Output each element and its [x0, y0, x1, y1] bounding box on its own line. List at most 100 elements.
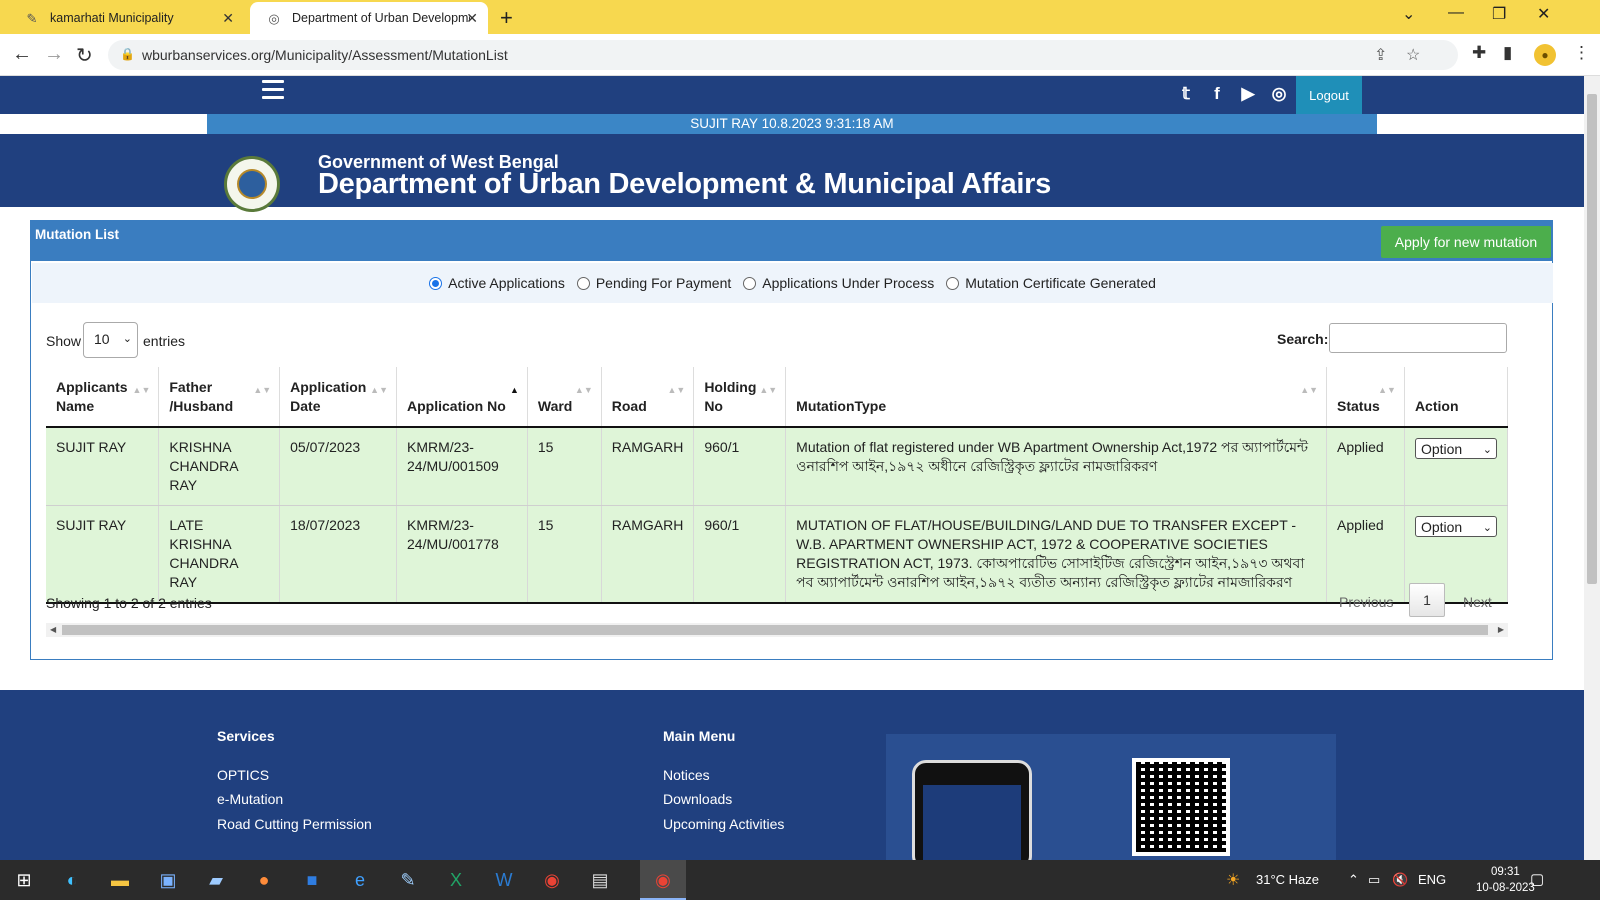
instagram-icon[interactable]: ◎ [1268, 84, 1290, 104]
footer-link-upcoming-activities[interactable]: Upcoming Activities [663, 816, 784, 832]
profile-avatar[interactable]: ● [1534, 44, 1556, 66]
chrome-icon[interactable]: ◉ [538, 866, 566, 894]
network-icon[interactable]: ▭ [1368, 872, 1380, 888]
column-header-holding[interactable]: Holding No ▲▼ [693, 367, 787, 428]
paint-icon[interactable]: ✎ [394, 866, 422, 894]
restore-icon[interactable]: ❐ [1492, 4, 1506, 24]
scroll-left-icon[interactable]: ◀ [50, 623, 56, 637]
page-length-select[interactable]: 10 ⌄ [83, 322, 138, 358]
filter-under-process[interactable]: Applications Under Process [743, 275, 934, 291]
network-app-icon[interactable]: ▤ [586, 866, 614, 894]
scroll-thumb[interactable] [62, 625, 1488, 635]
excel-icon[interactable]: X [442, 866, 470, 894]
app-blue-icon[interactable]: ■ [298, 866, 326, 894]
tab-search-icon[interactable]: ⌄ [1402, 4, 1415, 24]
column-header-father[interactable]: Father /Husband ▲▼ [158, 367, 281, 428]
hamburger-menu-icon[interactable] [262, 80, 284, 104]
footer-link-e-mutation[interactable]: e-Mutation [217, 791, 283, 807]
footer-link-downloads[interactable]: Downloads [663, 791, 732, 807]
reload-icon[interactable]: ↻ [76, 43, 93, 68]
firefox-icon[interactable]: ● [250, 866, 278, 894]
pagination-page-1[interactable]: 1 [1409, 583, 1445, 617]
word-icon[interactable]: W [490, 866, 518, 894]
action-option-select[interactable]: Option ⌄ [1414, 438, 1497, 459]
column-header-road[interactable]: Road ▲▼ [601, 367, 695, 428]
facebook-icon[interactable]: f [1206, 84, 1228, 104]
vertical-scrollbar[interactable] [1584, 76, 1600, 860]
new-tab-icon[interactable]: + [500, 5, 513, 31]
column-header-name[interactable]: Applicants Name ▲▼ [46, 367, 160, 428]
filter-pending-payment[interactable]: Pending For Payment [576, 275, 731, 291]
twitter-icon[interactable]: 𝕥 [1175, 84, 1197, 104]
forward-icon[interactable]: → [44, 43, 64, 66]
apply-new-mutation-button[interactable]: Apply for new mutation [1381, 226, 1551, 258]
windows-start-icon[interactable]: ⊞ [10, 866, 38, 894]
back-icon[interactable]: ← [12, 43, 32, 66]
edge-icon[interactable]: ◐ [58, 866, 86, 894]
cell-name: SUJIT RAY [46, 427, 160, 506]
weather-text[interactable]: 31°C Haze [1256, 872, 1319, 887]
lock-icon[interactable]: 🔒 [120, 47, 135, 61]
action-option-select[interactable]: Option ⌄ [1414, 516, 1497, 537]
weather-icon[interactable]: ☀ [1226, 870, 1240, 890]
footer-link-road-cutting[interactable]: Road Cutting Permission [217, 816, 372, 832]
horizontal-scrollbar[interactable]: ◀ ▶ [46, 623, 1508, 637]
site-footer: Services OPTICS e-Mutation Road Cutting … [0, 690, 1584, 860]
bookmark-star-icon[interactable]: ☆ [1406, 45, 1420, 65]
mutation-table: Applicants Name ▲▼ Father /Husband ▲▼ Appl… [46, 367, 1509, 604]
file-explorer-icon[interactable]: ▬ [106, 866, 134, 894]
volume-muted-icon[interactable]: 🔇 [1392, 872, 1408, 888]
column-header-status[interactable]: Status ▲▼ [1326, 367, 1405, 428]
window-close-icon[interactable]: ✕ [1537, 4, 1550, 24]
column-header-app-no[interactable]: Application No ▲ [396, 367, 528, 428]
footer-link-optics[interactable]: OPTICS [217, 767, 269, 783]
scroll-right-icon[interactable]: ▶ [1498, 623, 1504, 637]
tab-urban-development[interactable]: ◎ Department of Urban Developme ✕ [250, 2, 488, 34]
action-option-value: Option [1420, 519, 1463, 535]
header-label: Action [1414, 398, 1459, 414]
pagination-previous[interactable]: Previous [1339, 594, 1393, 610]
app-icon[interactable]: ▰ [202, 866, 230, 894]
url-field[interactable]: 🔒 wburbanservices.org/Municipality/Asses… [108, 40, 1458, 70]
column-header-mutation-type[interactable]: MutationType ▲▼ [785, 367, 1328, 428]
filter-certificate-generated[interactable]: Mutation Certificate Generated [946, 275, 1156, 291]
sort-asc-icon: ▲ [509, 385, 519, 395]
column-header-date[interactable]: Application Date ▲▼ [279, 367, 397, 428]
chevron-down-icon: ⌄ [122, 333, 132, 345]
action-option-value: Option [1420, 441, 1463, 457]
footer-services-title: Services [217, 728, 275, 744]
pagination-next[interactable]: Next [1463, 594, 1492, 610]
close-icon[interactable]: ✕ [466, 10, 478, 27]
internet-explorer-icon[interactable]: e [346, 866, 374, 894]
youtube-icon[interactable]: ▶ [1237, 84, 1259, 104]
radio-button[interactable] [576, 276, 590, 290]
extensions-icon[interactable]: ✚ [1472, 43, 1486, 63]
footer-link-notices[interactable]: Notices [663, 767, 710, 783]
header-label: Ward [537, 398, 573, 414]
filter-active-applications[interactable]: Active Applications [429, 275, 565, 291]
store-icon[interactable]: ▣ [154, 866, 182, 894]
share-icon[interactable]: ⇪ [1374, 45, 1387, 65]
radio-button[interactable] [946, 276, 960, 290]
tray-chevron-icon[interactable]: ⌃ [1348, 872, 1359, 888]
radio-label: Applications Under Process [762, 275, 935, 291]
department-title: Department of Urban Development & Munici… [318, 168, 1051, 200]
footer-main-menu-title: Main Menu [663, 728, 736, 744]
scroll-thumb[interactable] [1587, 94, 1597, 584]
chrome-active-icon[interactable]: ◉ [649, 866, 677, 894]
system-clock[interactable]: 09:31 10-08-2023 [1476, 864, 1535, 896]
language-indicator[interactable]: ENG [1418, 872, 1446, 887]
minimize-icon[interactable]: — [1448, 4, 1464, 22]
close-icon[interactable]: ✕ [222, 10, 234, 27]
search-input[interactable] [1329, 323, 1507, 353]
cell-date: 18/07/2023 [279, 505, 397, 604]
radio-button[interactable] [743, 276, 757, 290]
tab-kamarhati[interactable]: ✎ kamarhati Municipality ✕ [8, 2, 244, 34]
sort-icon: ▲▼ [132, 385, 151, 395]
notifications-icon[interactable]: ▢ [1530, 870, 1544, 888]
radio-button[interactable] [429, 276, 443, 290]
menu-kebab-icon[interactable]: ⋮ [1573, 43, 1590, 63]
logout-button[interactable]: Logout [1296, 76, 1362, 114]
side-panel-icon[interactable]: ▮ [1503, 43, 1512, 63]
column-header-ward[interactable]: Ward ▲▼ [527, 367, 602, 428]
